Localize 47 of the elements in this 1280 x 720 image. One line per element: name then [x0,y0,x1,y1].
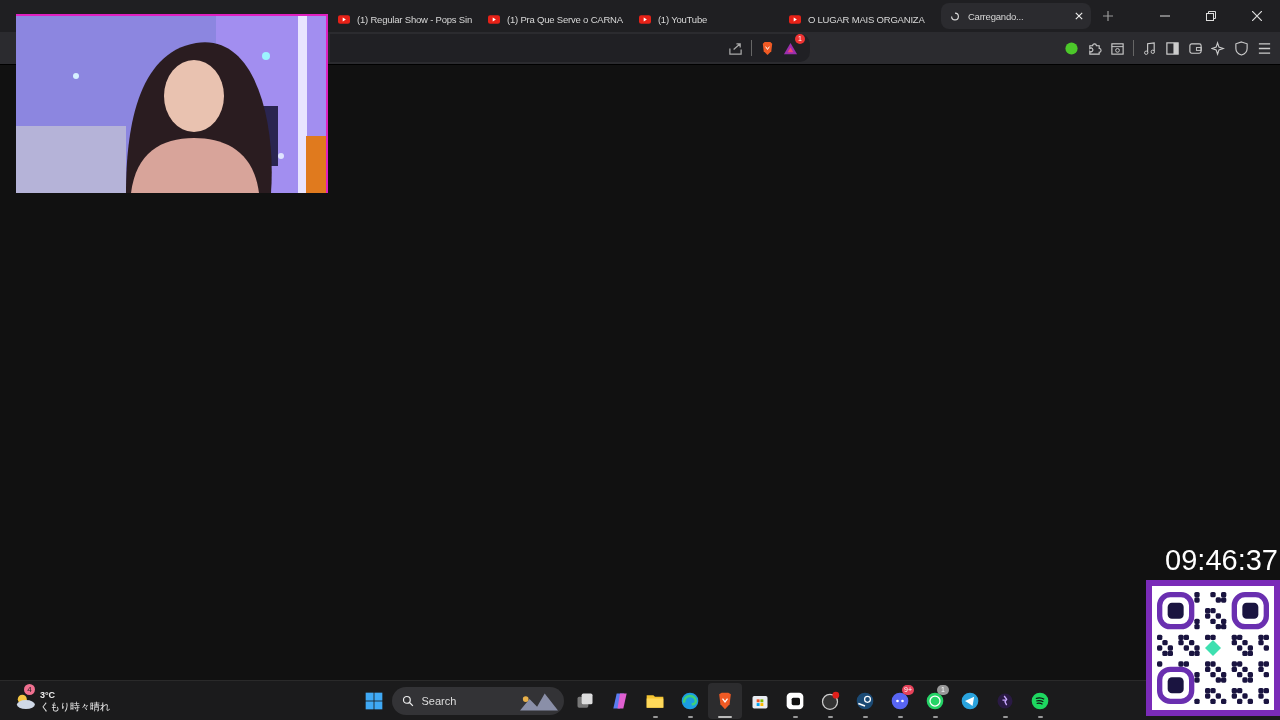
streamlabs-icon [785,690,805,711]
tab-title: (1) Pra Que Serve o CARNA [507,13,623,25]
menu-icon[interactable] [1257,40,1272,56]
start-icon [364,690,384,711]
shield-icon[interactable] [1234,40,1249,56]
wallet-icon[interactable] [1188,40,1203,56]
whatsapp-icon [925,690,945,711]
browser-tab[interactable]: Carregando... [940,3,1091,29]
puzzle-icon[interactable] [1087,40,1102,56]
extension-icon[interactable] [1064,40,1079,56]
obs-icon [820,690,840,711]
taskbar-app[interactable] [708,682,742,719]
tab-title: O LUGAR MAIS ORGANIZA [807,13,926,25]
sparkle-icon[interactable] [1211,40,1226,56]
lion-shield-icon[interactable] [760,40,775,56]
triangle-icon[interactable] [783,40,798,56]
telegram-icon [960,690,980,711]
browser-tab[interactable]: (1) Regular Show - Pops Sin [330,6,480,32]
steam-icon [855,690,875,711]
browser-tab[interactable]: (1) YouTube [630,6,781,32]
clock-time: 09:46:37 [1165,544,1278,577]
play-icon [638,14,651,24]
edge-icon [680,690,700,711]
close-icon[interactable] [1252,11,1262,21]
search-field[interactable]: Search [391,686,564,715]
play-icon [488,14,500,24]
spotify-icon [1030,690,1050,711]
play-icon [338,14,350,24]
music-icon[interactable] [1142,40,1157,56]
tab-title: (1) YouTube [657,13,709,25]
temperature: 3°C [40,688,57,701]
screenshot-icon[interactable] [1110,40,1125,56]
weather-condition: くもり時々晴れ [40,700,110,713]
browser-tab[interactable]: O LUGAR MAIS ORGANIZA [780,6,941,32]
notification-badge: 4 [24,683,35,695]
loading-spinner-icon [948,11,961,21]
tab-title: (1) Regular Show - Pops Sin [357,13,472,25]
new-tab-icon[interactable] [1102,11,1113,21]
sidebar-icon[interactable] [1165,40,1180,56]
share-icon[interactable] [728,40,743,56]
search-icon [401,694,414,707]
play-icon [788,14,801,24]
restore-icon[interactable] [1206,11,1216,21]
discord-icon [890,690,910,711]
close-icon[interactable] [1074,12,1083,20]
tab-title: Carregando... [967,10,1025,22]
browser-tab[interactable]: (1) Pra Que Serve o CARNA [480,6,631,32]
